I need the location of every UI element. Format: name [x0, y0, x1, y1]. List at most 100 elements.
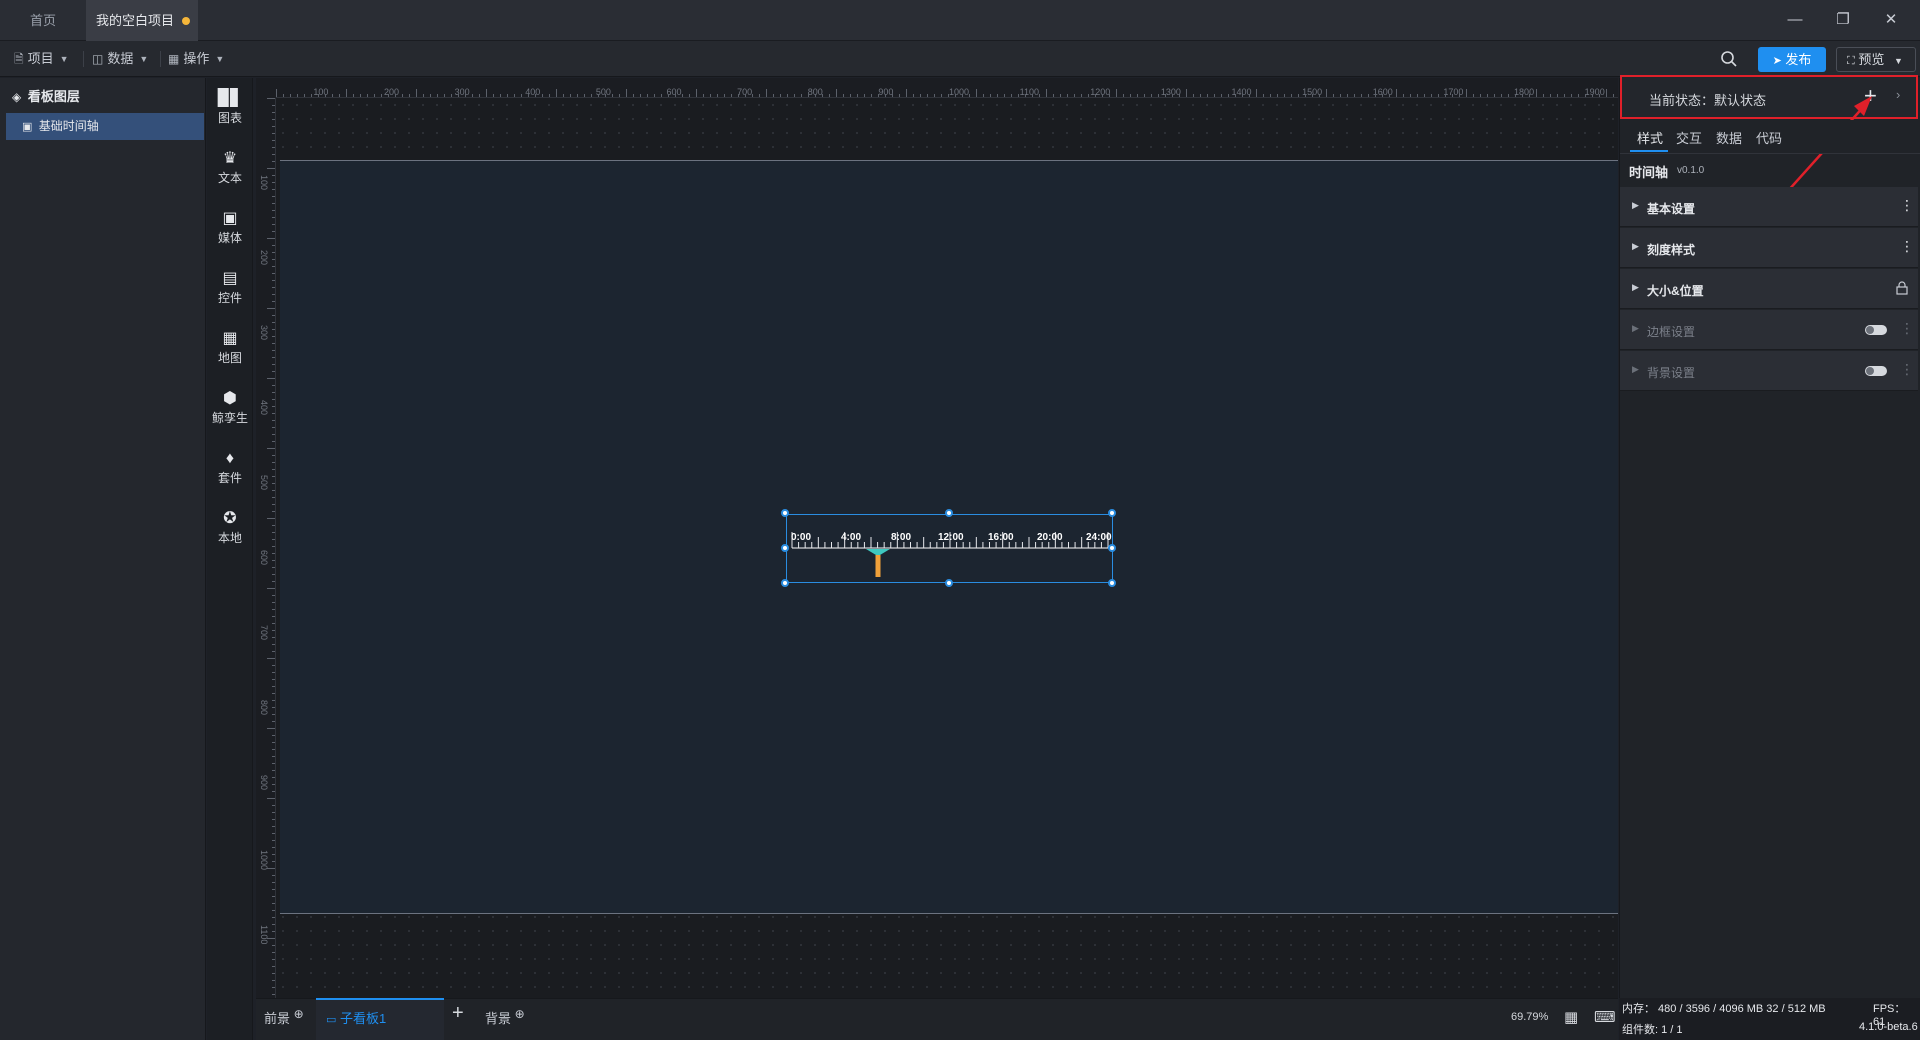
ruler-label: 100	[259, 175, 269, 191]
ruler-label: 500	[259, 475, 269, 491]
tab-background[interactable]: 背景 ⊕	[485, 1007, 525, 1027]
section-size-position[interactable]: ▶ 大小&位置	[1620, 269, 1918, 309]
component-chart[interactable]: ▉▋ 图表	[207, 90, 253, 126]
ruler-label: 200	[259, 250, 269, 266]
resize-handle[interactable]	[781, 544, 789, 552]
ruler-tick	[773, 94, 774, 97]
tab-data[interactable]: 数据	[1716, 128, 1742, 147]
tab-sub-board[interactable]: ▭ 子看板1	[326, 1008, 386, 1027]
close-icon[interactable]: ✕	[1876, 8, 1906, 32]
chevron-down-icon[interactable]: ▼	[1894, 56, 1903, 66]
timeline-label: 12:00	[938, 532, 964, 543]
lock-icon[interactable]	[1896, 281, 1908, 295]
ruler-tick	[1165, 94, 1166, 97]
ruler-tick	[1396, 89, 1397, 97]
resize-handle[interactable]	[1108, 509, 1116, 517]
resize-handle[interactable]	[1108, 579, 1116, 587]
ruler-tick	[272, 357, 275, 358]
tab-home[interactable]: 首页	[0, 0, 86, 41]
ruler-label: 900	[259, 775, 269, 791]
ruler-tick	[272, 707, 275, 708]
resize-handle[interactable]	[781, 509, 789, 517]
unsaved-dot-icon	[182, 17, 190, 25]
ruler-tick	[272, 532, 275, 533]
add-circle-icon[interactable]: ⊕	[294, 1007, 304, 1021]
preview-button[interactable]: ⛶ 预览 ▼	[1836, 47, 1916, 72]
timeline-pointer-icon[interactable]	[864, 549, 892, 579]
ruler-tick	[267, 588, 275, 589]
tab-code[interactable]: 代码	[1756, 128, 1782, 147]
component-media[interactable]: ▣ 媒体	[207, 210, 253, 246]
zoom-level[interactable]: 69.79%	[1511, 1011, 1548, 1023]
tab-style[interactable]: 样式	[1637, 128, 1663, 147]
menu-data[interactable]: ◫ 数据 ▼	[92, 41, 148, 77]
ruler-tick	[272, 826, 275, 827]
ruler-tick	[1557, 94, 1558, 97]
more-icon[interactable]: ⋮	[1900, 197, 1914, 214]
ruler-tick	[267, 798, 275, 799]
ruler-tick	[892, 94, 893, 97]
ruler-tick	[458, 94, 459, 97]
resize-handle[interactable]	[781, 579, 789, 587]
ruler-tick	[1095, 94, 1096, 97]
ruler-tick	[920, 94, 921, 97]
component-text[interactable]: ♛ 文本	[207, 150, 253, 186]
ruler-label: 1300	[1160, 87, 1181, 97]
more-icon[interactable]: ⋮	[1900, 361, 1914, 378]
chevron-right-icon[interactable]: ›	[1896, 87, 1900, 102]
add-board-icon[interactable]: +	[452, 1002, 464, 1025]
minimize-icon[interactable]: —	[1780, 8, 1810, 32]
ruler-tick	[272, 679, 275, 680]
ruler-tick	[899, 94, 900, 97]
ruler-tick	[1046, 89, 1047, 97]
keyboard-icon[interactable]: ⌨	[1594, 1008, 1616, 1026]
component-control[interactable]: ▤ 控件	[207, 270, 253, 306]
menu-project[interactable]: 🗎 项目 ▼	[14, 41, 69, 77]
ruler-tick	[1277, 94, 1278, 97]
more-icon[interactable]: ⋮	[1900, 320, 1914, 337]
background-toggle[interactable]	[1865, 366, 1887, 376]
tab-project[interactable]: 我的空白项目	[86, 0, 198, 41]
ruler-tick	[934, 94, 935, 97]
publish-button[interactable]: ➤ 发布	[1758, 47, 1826, 72]
more-icon[interactable]: ⋮	[1900, 238, 1914, 255]
ruler-tick	[272, 777, 275, 778]
component-map[interactable]: ▦ 地图	[207, 330, 253, 366]
section-border[interactable]: ▶ 边框设置 ⋮	[1620, 310, 1918, 350]
ruler-tick	[272, 217, 275, 218]
ruler-tick	[1291, 94, 1292, 97]
resize-handle[interactable]	[945, 509, 953, 517]
section-basic[interactable]: ▶ 基本设置 ⋮	[1620, 187, 1918, 227]
caret-right-icon: ▶	[1632, 323, 1639, 333]
ruler-tick	[1025, 94, 1026, 97]
tab-background-label: 背景	[485, 1011, 512, 1026]
ruler-tick	[272, 952, 275, 953]
resize-handle[interactable]	[1108, 544, 1116, 552]
ruler-tick	[272, 301, 275, 302]
add-circle-icon[interactable]: ⊕	[515, 1007, 525, 1021]
component-local[interactable]: ✪ 本地	[207, 510, 253, 546]
ruler-tick	[272, 602, 275, 603]
fit-screen-icon[interactable]: ▦	[1564, 1008, 1578, 1026]
plugin-icon: ✪	[223, 510, 237, 527]
menu-operation[interactable]: ▦ 操作 ▼	[168, 41, 224, 77]
search-icon[interactable]	[1720, 50, 1738, 68]
component-kit[interactable]: ♦ 套件	[207, 450, 253, 486]
border-toggle[interactable]	[1865, 325, 1887, 335]
ruler-tick	[272, 889, 275, 890]
ruler-tick	[1480, 94, 1481, 97]
layer-item[interactable]: ▣ 基础时间轴	[6, 113, 204, 140]
component-twin[interactable]: ⬢ 鲸孪生	[207, 390, 253, 426]
restore-icon[interactable]: ❐	[1828, 8, 1858, 32]
ruler-tick	[272, 182, 275, 183]
section-background[interactable]: ▶ 背景设置 ⋮	[1620, 351, 1918, 391]
ruler-tick	[353, 94, 354, 97]
tab-foreground[interactable]: 前景 ⊕	[264, 1007, 304, 1027]
ruler-tick	[626, 89, 627, 97]
resize-handle[interactable]	[945, 579, 953, 587]
section-scale-style[interactable]: ▶ 刻度样式 ⋮	[1620, 228, 1918, 268]
ruler-tick	[689, 94, 690, 97]
tab-interaction[interactable]: 交互	[1676, 128, 1702, 147]
image-icon: ▣	[22, 121, 33, 133]
ruler-tick	[927, 94, 928, 97]
